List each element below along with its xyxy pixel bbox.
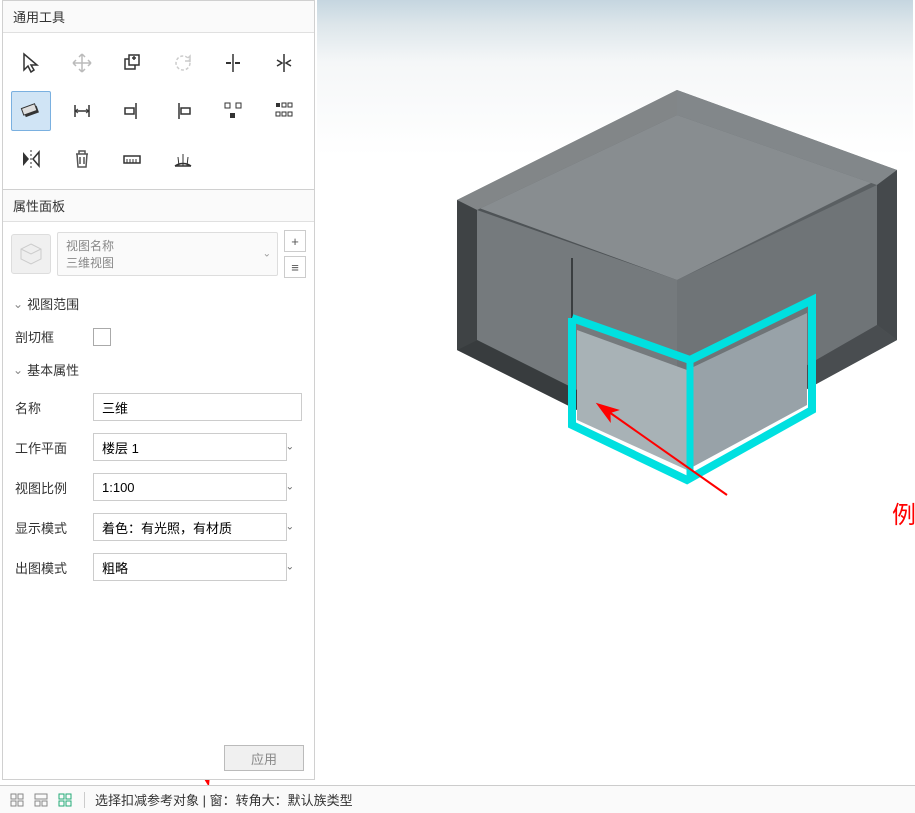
- align-left-tool[interactable]: [112, 91, 152, 131]
- display-mode-label: 显示模式: [15, 518, 85, 537]
- view-name-value: 三维视图: [66, 254, 269, 271]
- align-edge-tool[interactable]: [264, 43, 304, 83]
- annotation-text: 例如此处：选择窗: [892, 495, 915, 530]
- properties-panel: 属性面板 视图名称 三维视图 ⌄ + ≡ 视图范围 剖切框 基本属性 名称: [3, 189, 314, 587]
- delete-tool[interactable]: [62, 139, 102, 179]
- display-mode-select[interactable]: [93, 513, 287, 541]
- workplane-select[interactable]: [93, 433, 287, 461]
- select-tool[interactable]: [11, 43, 51, 83]
- model-3d: [407, 70, 907, 490]
- scale-label: 视图比例: [15, 478, 85, 497]
- section-basic[interactable]: 基本属性: [3, 352, 314, 387]
- list-button[interactable]: ≡: [284, 256, 306, 278]
- divider: [84, 792, 85, 808]
- properties-title: 属性面板: [3, 190, 314, 222]
- align-center-tool[interactable]: [213, 43, 253, 83]
- section-view-range[interactable]: 视图范围: [3, 286, 314, 321]
- apply-button[interactable]: 应用: [224, 745, 304, 771]
- layout-icon-3[interactable]: [56, 791, 74, 809]
- rotate-tool[interactable]: [163, 43, 203, 83]
- align-right-tool[interactable]: [163, 91, 203, 131]
- plot-mode-select[interactable]: [93, 553, 287, 581]
- layout-icon-1[interactable]: [8, 791, 26, 809]
- angle-tool[interactable]: [163, 139, 203, 179]
- workplane-label: 工作平面: [15, 438, 85, 457]
- plot-mode-label: 出图模式: [15, 558, 85, 577]
- toolbox-title: 通用工具: [3, 1, 314, 33]
- view-name-selector[interactable]: 视图名称 三维视图 ⌄: [57, 232, 278, 276]
- add-button[interactable]: +: [284, 230, 306, 252]
- move-tool[interactable]: [62, 43, 102, 83]
- distribute-tool[interactable]: [213, 91, 253, 131]
- mirror-tool[interactable]: [11, 139, 51, 179]
- viewport-3d[interactable]: 例如此处：选择窗: [317, 0, 913, 780]
- measure-tool[interactable]: [112, 139, 152, 179]
- view-name-label: 视图名称: [66, 237, 269, 254]
- name-label: 名称: [15, 398, 85, 417]
- layout-icon-2[interactable]: [32, 791, 50, 809]
- view-type-icon: [11, 234, 51, 274]
- statusbar: 选择扣减参考对象 | 窗：转角大：默认族类型: [0, 785, 915, 813]
- name-input[interactable]: [93, 393, 302, 421]
- status-text: 选择扣减参考对象 | 窗：转角大：默认族类型: [95, 790, 353, 809]
- clipbox-label: 剖切框: [15, 327, 85, 346]
- clipbox-checkbox[interactable]: [93, 328, 111, 346]
- cut-geometry-tool[interactable]: [11, 91, 51, 131]
- dimension-tool[interactable]: [62, 91, 102, 131]
- left-panel: 通用工具 属性面板 视图名称 三维视图 ⌄: [2, 0, 315, 780]
- scale-select[interactable]: [93, 473, 287, 501]
- array-tool[interactable]: [264, 91, 304, 131]
- chevron-down-icon: ⌄: [263, 249, 271, 260]
- tool-grid: [3, 33, 314, 189]
- copy-tool[interactable]: [112, 43, 152, 83]
